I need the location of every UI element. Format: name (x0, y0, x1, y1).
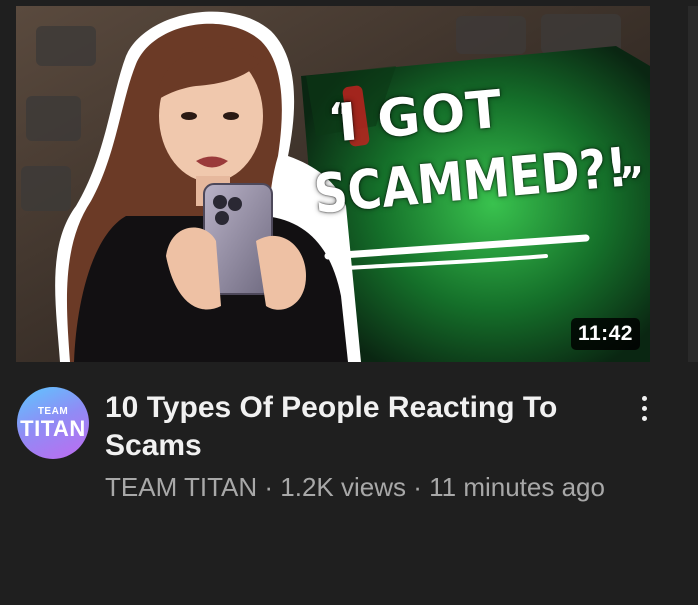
avatar-text-top: TEAM (37, 405, 69, 417)
video-duration-badge: 11:42 (570, 318, 640, 350)
upload-age: 11 minutes ago (429, 472, 605, 502)
video-metadata: TEAM TITAN · 1.2K views · 11 minutes ago (105, 471, 605, 503)
thumbnail-text-line1: I GOT (335, 79, 506, 154)
avatar-text-bottom: TITAN (20, 415, 86, 441)
view-count: 1.2K views (280, 472, 406, 502)
video-thumbnail[interactable]: “ I GOT SCAMMED?! ” 11:42 (16, 6, 650, 362)
channel-avatar[interactable]: TEAM TITAN (17, 387, 89, 459)
video-title[interactable]: 10 Types Of People Reacting To Scams (105, 389, 615, 465)
meta-separator: · (406, 472, 430, 502)
meta-separator: · (257, 472, 281, 502)
more-vert-icon (641, 415, 647, 421)
channel-name[interactable]: TEAM TITAN (105, 472, 257, 502)
more-options-button[interactable] (630, 390, 658, 426)
video-feed: “ I GOT SCAMMED?! ” 11:42 TEAM TITAN 10 … (0, 0, 698, 605)
next-video-thumbnail-edge[interactable] (688, 6, 698, 362)
more-vert-icon (641, 405, 647, 411)
thumbnail-quote-close: ” (619, 159, 644, 203)
more-vert-icon (641, 395, 647, 401)
